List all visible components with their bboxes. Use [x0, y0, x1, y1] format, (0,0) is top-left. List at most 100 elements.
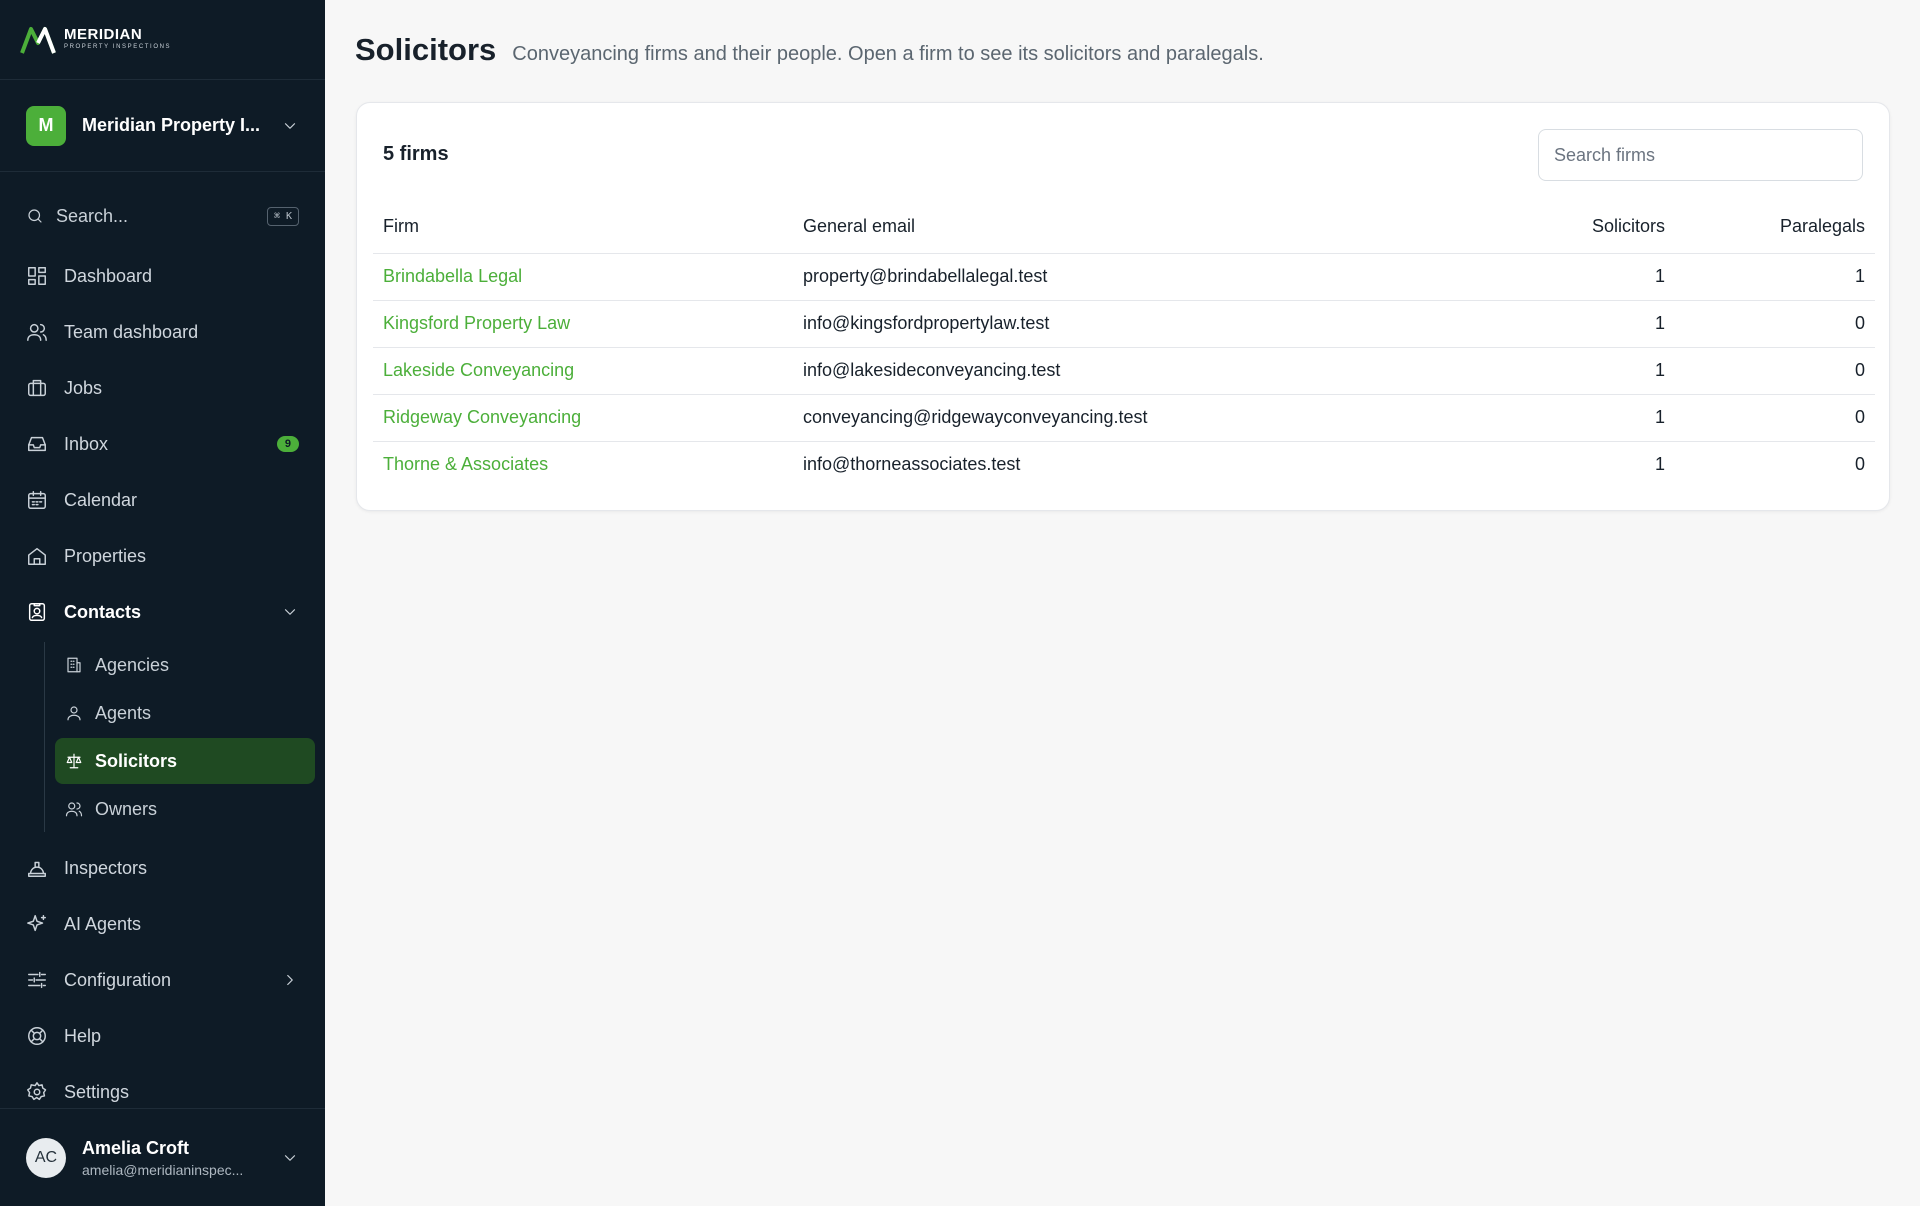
firm-link[interactable]: Kingsford Property Law — [383, 313, 570, 333]
user-menu[interactable]: AC Amelia Croft amelia@meridianinspec... — [0, 1108, 325, 1206]
firms-card: 5 firms Firm General email Solicitors Pa… — [356, 102, 1890, 511]
firm-email: info@lakesideconveyancing.test — [793, 347, 1475, 395]
sidebar-item-solicitors[interactable]: Solicitors — [55, 738, 315, 784]
paralegals-count: 1 — [1675, 253, 1875, 301]
column-header-paralegals[interactable]: Paralegals — [1675, 201, 1875, 254]
firm-email: conveyancing@ridgewayconveyancing.test — [793, 394, 1475, 442]
solicitors-count: 1 — [1475, 253, 1675, 301]
chevron-down-icon — [284, 1154, 296, 1161]
column-header-email[interactable]: General email — [793, 201, 1475, 254]
paralegals-count: 0 — [1854, 454, 1865, 475]
search-icon — [28, 209, 42, 223]
firm-link[interactable]: Lakeside Conveyancing — [383, 360, 574, 380]
page-subtitle: Conveyancing firms and their people. Ope… — [512, 43, 1264, 65]
solicitors-count: 1 — [1654, 454, 1665, 475]
brand-name: MERIDIAN — [64, 26, 143, 43]
sidebar-item-label: Jobs — [64, 377, 103, 398]
sidebar-item-agencies[interactable]: Agencies — [55, 642, 315, 688]
sparkles-icon — [27, 915, 46, 932]
org-avatar: M — [26, 105, 66, 146]
table-row[interactable]: Lakeside Conveyancing info@lakesideconve… — [373, 347, 1875, 395]
users-icon — [27, 323, 47, 341]
home-icon — [28, 547, 46, 565]
sidebar-item-inspectors[interactable]: Inspectors — [0, 840, 325, 896]
sidebar-item-label: Inspectors — [64, 857, 148, 878]
contact-card-icon — [28, 603, 46, 621]
solicitors-count: 1 — [1475, 394, 1675, 442]
firms-table: Firm General email Solicitors Paralegals… — [373, 201, 1875, 488]
firm-link[interactable]: Thorne & Associates — [383, 454, 548, 474]
sidebar-item-calendar[interactable]: Calendar — [0, 472, 325, 528]
sidebar-item-label: Help — [64, 1025, 102, 1046]
firm-link[interactable]: Brindabella Legal — [383, 266, 522, 286]
sidebar-item-label: Inbox — [64, 433, 109, 454]
sidebar-item-owners[interactable]: Owners — [55, 786, 315, 832]
dashboard-icon — [28, 267, 46, 285]
table-row[interactable]: Kingsford Property Law info@kingsfordpro… — [373, 300, 1875, 348]
contacts-submenu: Agencies Agents Solicitors Owners — [44, 642, 325, 832]
meridian-logo-icon — [20, 25, 56, 55]
table-row[interactable]: Thorne & Associates info@thorneassociate… — [373, 441, 1875, 488]
chevron-down-icon — [284, 122, 296, 129]
users-icon — [65, 802, 83, 817]
sidebar-item-help[interactable]: Help — [0, 1008, 325, 1064]
search-shortcut: ⌘ K — [266, 206, 299, 226]
search-label: Search... — [56, 205, 129, 226]
gear-icon — [27, 1082, 47, 1101]
sidebar-item-label: Configuration — [64, 969, 172, 990]
building-icon — [67, 657, 81, 673]
column-header-firm[interactable]: Firm — [373, 201, 793, 254]
search-firms-input[interactable] — [1538, 129, 1863, 181]
sidebar-item-team-dashboard[interactable]: Team dashboard — [0, 304, 325, 360]
calendar-icon — [28, 491, 46, 509]
page-title: Solicitors — [355, 32, 497, 67]
chevron-right-icon — [287, 974, 293, 986]
sidebar-item-label: Dashboard — [64, 265, 153, 286]
paralegals-count: 0 — [1675, 347, 1875, 395]
user-name: Amelia Croft — [82, 1137, 190, 1158]
firm-email: info@thorneassociates.test — [803, 454, 1021, 475]
chevron-down-icon — [284, 609, 296, 615]
sidebar-item-label: Properties — [64, 545, 147, 566]
sidebar-item-label: Team dashboard — [64, 321, 199, 342]
sidebar-item-dashboard[interactable]: Dashboard — [0, 248, 325, 304]
sidebar-search[interactable]: Search... ⌘ K — [26, 200, 299, 232]
org-switcher[interactable]: M Meridian Property I... — [0, 80, 325, 172]
main-content: Solicitors Conveyancing firms and their … — [325, 0, 1920, 1206]
sidebar-item-label: Agencies — [95, 654, 170, 675]
sidebar-item-label: AI Agents — [64, 913, 142, 934]
user-email: amelia@meridianinspec... — [82, 1161, 244, 1178]
brand-tagline: PROPERTY INSPECTIONS — [64, 44, 172, 50]
scale-icon — [66, 753, 82, 769]
avatar: AC — [26, 1137, 66, 1178]
sidebar: MERIDIAN PROPERTY INSPECTIONS M Meridian… — [0, 0, 325, 1206]
table-header-row: Firm General email Solicitors Paralegals — [373, 201, 1875, 254]
table-row[interactable]: Brindabella Legal property@brindabellale… — [373, 253, 1875, 301]
sidebar-item-agents[interactable]: Agents — [55, 690, 315, 736]
sidebar-item-inbox[interactable]: Inbox 9 — [0, 416, 325, 472]
column-header-solicitors[interactable]: Solicitors — [1475, 201, 1675, 254]
firm-email: info@kingsfordpropertylaw.test — [793, 300, 1475, 348]
sliders-icon — [28, 971, 46, 989]
solicitors-count: 1 — [1475, 300, 1675, 348]
sidebar-item-ai-agents[interactable]: AI Agents — [0, 896, 325, 952]
sidebar-item-label: Agents — [95, 702, 152, 723]
paralegals-count: 0 — [1675, 394, 1875, 442]
table-row[interactable]: Ridgeway Conveyancing conveyancing@ridge… — [373, 394, 1875, 442]
sidebar-item-label: Solicitors — [95, 750, 178, 771]
sidebar-item-label: Owners — [95, 798, 158, 819]
firms-count: 5 firms — [383, 143, 449, 165]
lifebuoy-icon — [28, 1027, 46, 1045]
org-name: Meridian Property I... — [82, 115, 261, 135]
briefcase-icon — [28, 379, 46, 397]
sidebar-item-label: Settings — [64, 1081, 130, 1102]
sidebar-item-contacts[interactable]: Contacts — [0, 584, 325, 640]
user-icon — [67, 706, 81, 721]
sidebar-item-configuration[interactable]: Configuration — [0, 952, 325, 1008]
sidebar-item-properties[interactable]: Properties — [0, 528, 325, 584]
sidebar-item-jobs[interactable]: Jobs — [0, 360, 325, 416]
firm-link[interactable]: Ridgeway Conveyancing — [383, 407, 581, 427]
brand[interactable]: MERIDIAN PROPERTY INSPECTIONS — [0, 0, 325, 80]
inbox-icon — [28, 436, 46, 452]
paralegals-count: 0 — [1675, 300, 1875, 348]
